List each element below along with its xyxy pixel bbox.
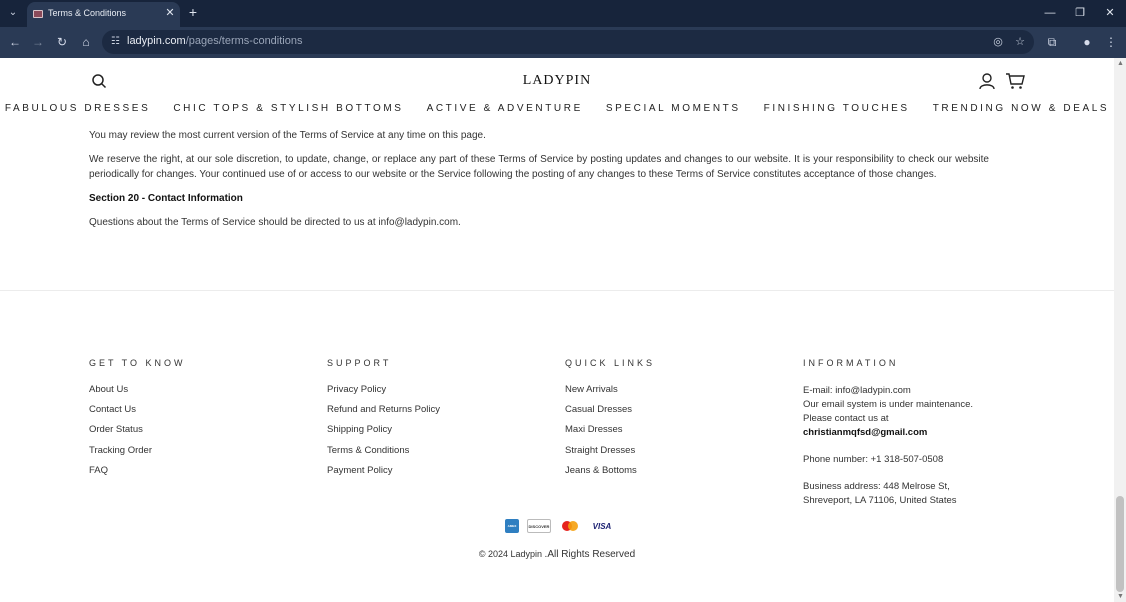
scroll-up-icon[interactable]: ▲ [1117, 60, 1124, 67]
footer-heading: INFORMATION [803, 358, 899, 368]
terms-content: You may review the most current version … [89, 128, 989, 239]
terms-paragraph-review: You may review the most current version … [89, 130, 486, 141]
copyright: © 2024 Ladypin .All Rights Reserved [0, 549, 1114, 560]
nav-special-moments[interactable]: SPECIAL MOMENTS [606, 103, 741, 114]
nav-chic-tops-stylish-bottoms[interactable]: CHIC TOPS & STYLISH BOTTOMS [173, 103, 403, 114]
footer-information: INFORMATION E-mail: info@ladypin.com Our… [803, 358, 1003, 521]
footer-support: SUPPORT Privacy Policy Refund and Return… [327, 358, 527, 485]
footer-link-new-arrivals[interactable]: New Arrivals [565, 384, 765, 404]
info-phone: Phone number: +1 318-507-0508 [803, 454, 944, 465]
back-arrow-icon[interactable]: ← [7, 34, 23, 50]
footer-link-refund-returns[interactable]: Refund and Returns Policy [327, 404, 527, 424]
cart-icon[interactable] [1005, 72, 1025, 90]
main-navigation: FABULOUS DRESSES CHIC TOPS & STYLISH BOT… [0, 103, 1114, 114]
amex-icon: AMEX [505, 519, 519, 533]
footer-divider [0, 290, 1114, 291]
footer-link-terms-conditions[interactable]: Terms & Conditions [327, 445, 527, 465]
footer-link-maxi-dresses[interactable]: Maxi Dresses [565, 424, 765, 444]
mastercard-icon [559, 519, 581, 533]
scrollbar-thumb[interactable] [1116, 496, 1124, 592]
browser-tab-bar: ⌄ Terms & Conditions ✕ + — ❐ ✕ [0, 0, 1126, 27]
nav-active-adventure[interactable]: ACTIVE & ADVENTURE [427, 103, 583, 114]
info-maintenance-note: Our email system is under maintenance. P… [803, 399, 974, 424]
footer-link-about-us[interactable]: About Us [89, 384, 289, 404]
nav-finishing-touches[interactable]: FINISHING TOUCHES [764, 103, 910, 114]
flag-favicon-icon [33, 10, 43, 18]
scroll-down-icon[interactable]: ▼ [1117, 593, 1124, 600]
terms-paragraph-questions: Questions about the Terms of Service sho… [89, 217, 461, 228]
site-logo[interactable]: LADYPIN [0, 73, 1114, 89]
info-address: Business address: 448 Melrose St, Shreve… [803, 481, 957, 506]
profile-icon[interactable]: ● [1079, 34, 1095, 50]
site-info-icon[interactable]: ☷ [111, 36, 120, 47]
info-email: E-mail: info@ladypin.com [803, 385, 911, 396]
footer-link-faq[interactable]: FAQ [89, 465, 289, 485]
page-scrollbar[interactable]: ▲ ▼ [1114, 58, 1126, 602]
minimize-icon[interactable]: — [1042, 5, 1058, 21]
discover-icon: DISCOVER [527, 519, 551, 533]
payment-methods: AMEX DISCOVER VISA [505, 519, 615, 533]
footer-heading: SUPPORT [327, 358, 392, 368]
footer-heading: GET TO KNOW [89, 358, 186, 368]
window-close-icon[interactable]: ✕ [1102, 5, 1118, 21]
browser-tab-active[interactable]: Terms & Conditions ✕ [27, 2, 180, 27]
terms-paragraph-changes: We reserve the right, at our sole discre… [89, 154, 989, 180]
address-bar[interactable]: ☷ ladypin.com/pages/terms-conditions ◎ ☆ [102, 30, 1034, 54]
tab-search-button[interactable]: ⌄ [4, 5, 22, 21]
eye-slash-icon[interactable]: ◎ [991, 35, 1005, 48]
browser-toolbar: ← → ↻ ⌂ ☷ ladypin.com/pages/terms-condit… [0, 27, 1126, 58]
footer-link-tracking-order[interactable]: Tracking Order [89, 445, 289, 465]
web-page: LADYPIN FABULOUS DRESSES CHIC TOPS & STY… [0, 58, 1114, 602]
footer-link-order-status[interactable]: Order Status [89, 424, 289, 444]
footer-link-payment-policy[interactable]: Payment Policy [327, 465, 527, 485]
url-path: /pages/terms-conditions [185, 35, 303, 47]
url-text[interactable]: ladypin.com/pages/terms-conditions [127, 35, 302, 47]
home-icon[interactable]: ⌂ [78, 34, 94, 50]
footer-link-privacy-policy[interactable]: Privacy Policy [327, 384, 527, 404]
menu-kebab-icon[interactable]: ⋮ [1103, 34, 1119, 50]
reload-icon[interactable]: ↻ [54, 34, 70, 50]
nav-trending-now-deals[interactable]: TRENDING NOW & DEALS [933, 103, 1109, 114]
footer-link-straight-dresses[interactable]: Straight Dresses [565, 445, 765, 465]
footer-link-casual-dresses[interactable]: Casual Dresses [565, 404, 765, 424]
account-icon[interactable] [978, 72, 996, 90]
footer-link-contact-us[interactable]: Contact Us [89, 404, 289, 424]
tab-title: Terms & Conditions [48, 8, 127, 18]
url-domain: ladypin.com [127, 35, 186, 47]
restore-icon[interactable]: ❐ [1072, 5, 1088, 21]
new-tab-icon[interactable]: + [186, 4, 200, 20]
footer-link-jeans-bottoms[interactable]: Jeans & Bottoms [565, 465, 765, 485]
footer-get-to-know: GET TO KNOW About Us Contact Us Order St… [89, 358, 289, 485]
section-heading-contact: Section 20 - Contact Information [89, 193, 243, 204]
close-tab-icon[interactable]: ✕ [164, 6, 176, 19]
bookmark-star-icon[interactable]: ☆ [1013, 35, 1027, 48]
extensions-icon[interactable]: ⧉ [1044, 34, 1060, 50]
info-alt-email[interactable]: christianmqfsd@gmail.com [803, 427, 927, 438]
footer-heading: QUICK LINKS [565, 358, 656, 368]
footer-link-shipping-policy[interactable]: Shipping Policy [327, 424, 527, 444]
rights-text: .All Rights Reserved [544, 549, 636, 560]
info-email-block: E-mail: info@ladypin.com Our email syste… [803, 384, 993, 440]
footer-quick-links: QUICK LINKS New Arrivals Casual Dresses … [565, 358, 765, 485]
nav-fabulous-dresses[interactable]: FABULOUS DRESSES [5, 103, 151, 114]
visa-icon: VISA [592, 521, 612, 531]
copyright-text: © 2024 Ladypin [478, 549, 543, 559]
forward-arrow-icon[interactable]: → [30, 34, 46, 50]
